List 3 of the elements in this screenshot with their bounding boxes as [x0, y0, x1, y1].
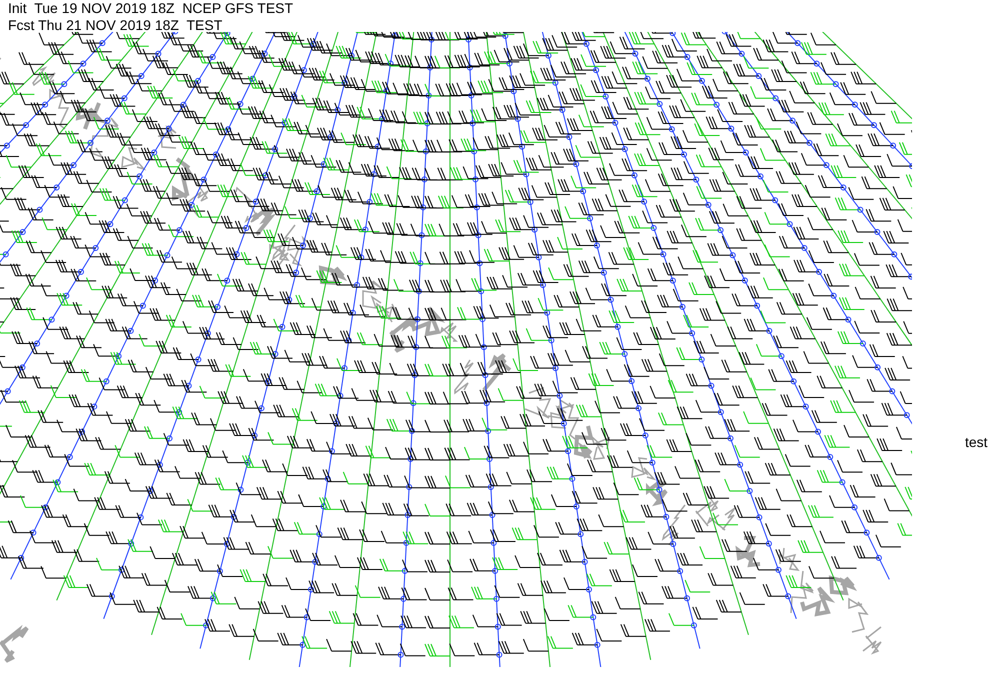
header-line: Init Tue 19 NOV 2019 18Z NCEP GFS TEST — [8, 0, 294, 17]
side-label: test — [965, 433, 988, 452]
header-line: Fcst Thu 21 NOV 2019 18Z TEST — [8, 17, 224, 34]
